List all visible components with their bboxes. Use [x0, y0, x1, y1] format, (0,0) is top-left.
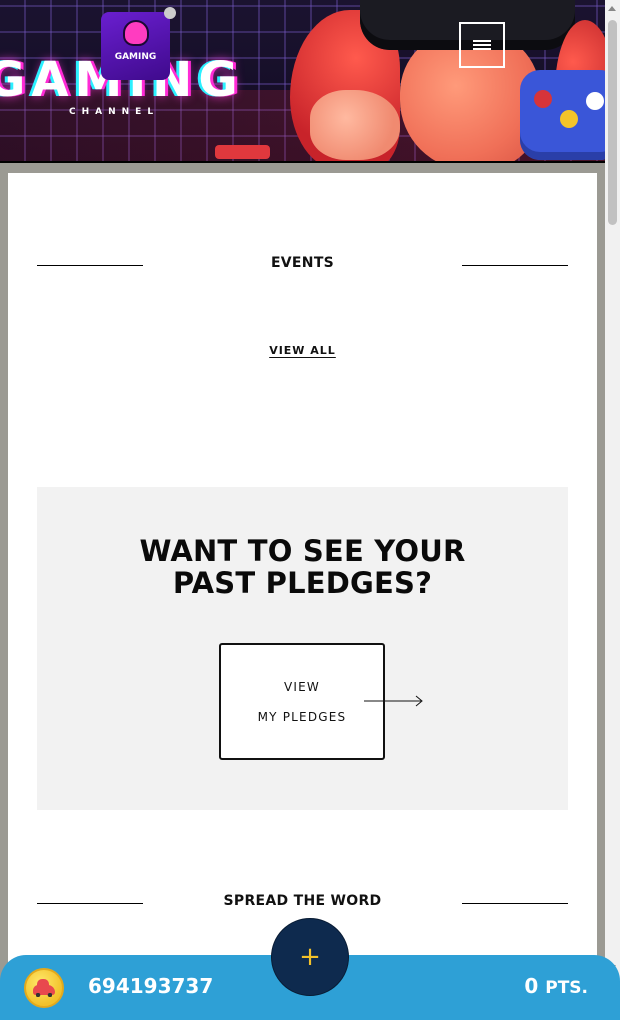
plus-icon: +	[299, 942, 321, 972]
scroll-thumb[interactable]	[608, 20, 617, 225]
scroll-up-arrow-icon[interactable]	[608, 6, 616, 11]
points-unit: PTS.	[545, 978, 588, 998]
button-line2: MY PLEDGES	[257, 710, 347, 724]
pledges-heading: WANT TO SEE YOUR PAST PLEDGES?	[37, 535, 568, 599]
logo-dot	[164, 7, 176, 19]
car-coin-icon	[24, 968, 64, 1008]
banner-subtitle: CHANNEL	[69, 107, 160, 117]
site-logo[interactable]: GAMING	[101, 12, 170, 80]
spread-title: SPREAD THE WORD	[223, 893, 382, 909]
past-pledges-panel: WANT TO SEE YOUR PAST PLEDGES? VIEW MY P…	[37, 487, 568, 810]
view-my-pledges-button[interactable]: VIEW MY PLEDGES	[219, 643, 385, 760]
banner-character-hand	[310, 90, 400, 160]
divider-right	[462, 265, 568, 266]
header-banner: GAMING CHANNEL GAMING	[0, 0, 605, 163]
mascot-icon	[123, 20, 149, 46]
user-phone: 694193737	[88, 974, 214, 998]
pledges-heading-line2: PAST PLEDGES?	[172, 566, 433, 600]
banner-chair	[215, 145, 270, 159]
button-line1: VIEW	[284, 680, 320, 694]
hamburger-menu-icon	[473, 38, 491, 52]
view-all-link[interactable]: VIEW ALL	[8, 344, 597, 357]
divider-right	[462, 903, 568, 904]
logo-text: GAMING	[114, 51, 157, 62]
content-card: EVENTS VIEW ALL WANT TO SEE YOUR PAST PL…	[8, 173, 597, 1020]
spread-heading: SPREAD THE WORD	[37, 893, 568, 913]
pledges-heading-line1: WANT TO SEE YOUR	[139, 534, 466, 568]
banner-controller	[520, 70, 605, 160]
points-display: 0 PTS.	[524, 974, 588, 998]
page-scrollbar[interactable]	[605, 0, 620, 1020]
points-value: 0	[524, 974, 539, 998]
add-fab-button[interactable]: +	[271, 918, 349, 996]
menu-button[interactable]	[459, 22, 505, 68]
arrow-right-icon	[364, 695, 423, 707]
events-title: EVENTS	[270, 255, 335, 271]
events-heading: EVENTS	[37, 255, 568, 275]
